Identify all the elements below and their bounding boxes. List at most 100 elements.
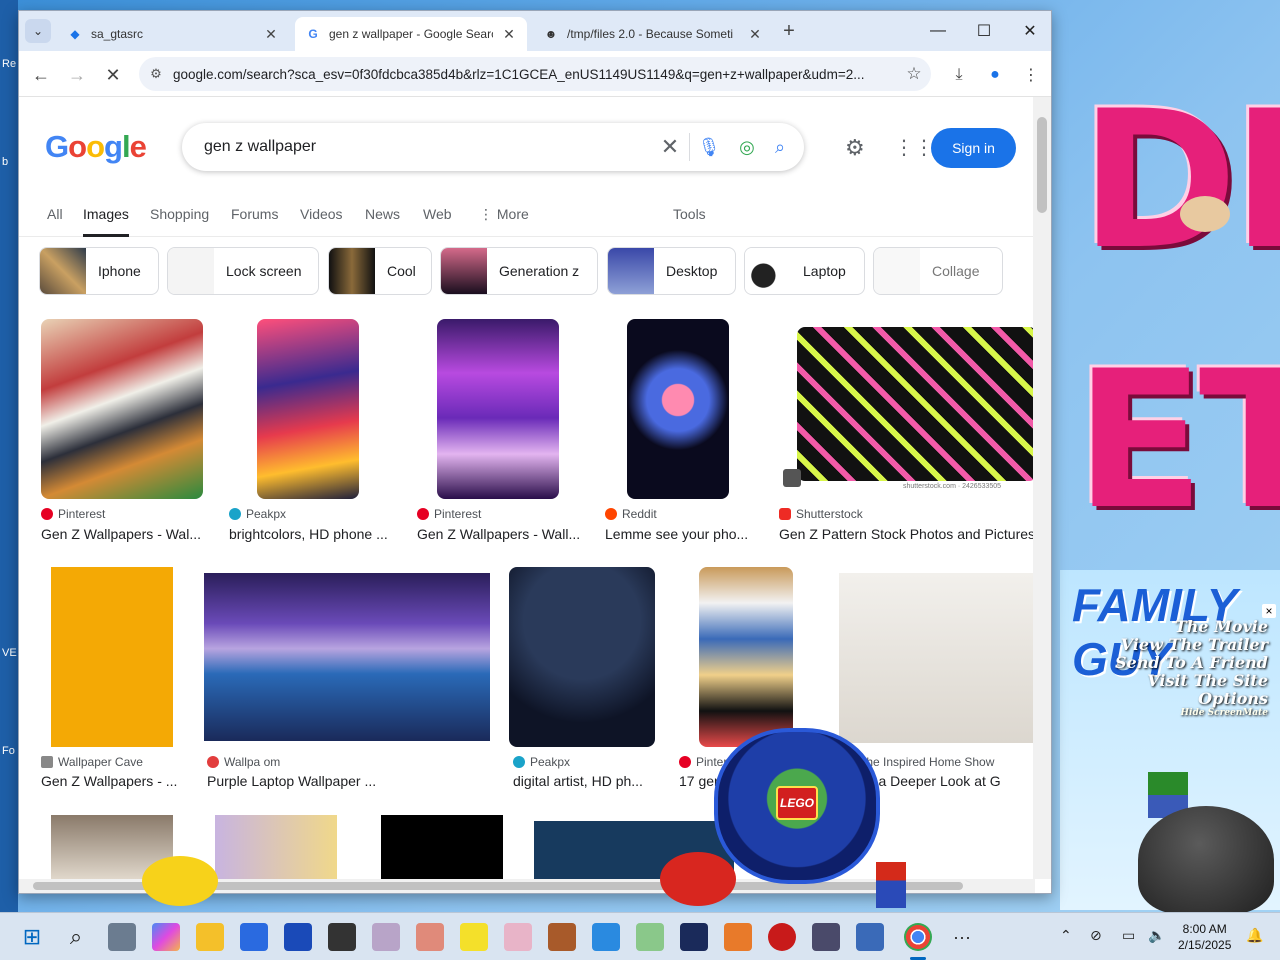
desktop-icon-label[interactable]: Fo	[2, 745, 15, 757]
tab-shopping[interactable]: Shopping	[150, 201, 209, 237]
close-icon[interactable]: ✕	[747, 26, 763, 43]
stop-loading-button[interactable]: ✕	[99, 61, 127, 89]
menu-item-movie[interactable]: The Movie	[1115, 618, 1268, 636]
app-icon[interactable]	[548, 923, 576, 951]
notepad-icon[interactable]	[592, 923, 620, 951]
yellow-character-sprite[interactable]	[142, 856, 218, 906]
result-thumbnail[interactable]	[381, 815, 503, 879]
copilot-icon[interactable]	[152, 923, 180, 951]
app-icon[interactable]	[812, 923, 840, 951]
app-icon[interactable]	[416, 923, 444, 951]
sign-in-button[interactable]: Sign in	[931, 128, 1016, 168]
menu-item-options[interactable]: Options	[1115, 690, 1268, 708]
close-icon[interactable]: ✕	[501, 26, 517, 43]
tab-images[interactable]: Images	[83, 201, 129, 237]
defender-icon[interactable]	[284, 923, 312, 951]
result-thumbnail[interactable]	[257, 319, 359, 499]
tab-search-button[interactable]: ⌄	[25, 19, 51, 43]
menu-item-send[interactable]: Send To A Friend	[1115, 654, 1268, 672]
tools-button[interactable]: Tools	[673, 201, 706, 237]
paw-dome-sprite[interactable]	[1138, 806, 1274, 914]
tab-all[interactable]: All	[47, 201, 63, 237]
app-icon[interactable]	[856, 923, 884, 951]
menu-item-visit[interactable]: Visit The Site	[1115, 672, 1268, 690]
microphone-icon[interactable]: 🎙	[690, 137, 728, 158]
new-tab-button[interactable]: +	[777, 20, 801, 44]
search-input[interactable]: gen z wallpaper ✕ 🎙 ◎ ⌕	[182, 123, 804, 171]
chip-cool[interactable]: Cool	[328, 247, 432, 295]
tab-videos[interactable]: Videos	[300, 201, 343, 237]
task-view-icon[interactable]	[108, 923, 136, 951]
result-thumbnail[interactable]	[437, 319, 559, 499]
profile-button[interactable]: ●	[981, 61, 1009, 89]
vertical-scrollbar[interactable]	[1033, 97, 1051, 879]
result-thumbnail[interactable]	[627, 319, 729, 499]
network-icon[interactable]: ⊘	[1090, 927, 1102, 944]
chip-desktop[interactable]: Desktop	[607, 247, 736, 295]
address-bar[interactable]: ⚙ google.com/search?sca_esv=0f30fdcbca38…	[139, 57, 931, 91]
bookmark-star-icon[interactable]: ☆	[897, 64, 931, 84]
chip-collage[interactable]: Collage	[873, 247, 1003, 295]
close-icon[interactable]: ×	[1262, 604, 1276, 618]
more-apps-icon[interactable]: ···	[948, 923, 976, 951]
chip-generation-z[interactable]: Generation z	[440, 247, 598, 295]
result-thumbnail[interactable]	[204, 573, 490, 741]
result-title[interactable]: Purple Laptop Wallpaper ...	[207, 773, 397, 789]
tab-web[interactable]: Web	[423, 201, 452, 237]
app-icon[interactable]	[328, 923, 356, 951]
result-thumbnail[interactable]	[797, 327, 1035, 481]
chip-laptop[interactable]: Laptop	[744, 247, 865, 295]
result-thumbnail[interactable]	[51, 567, 173, 747]
remote-desktop-icon[interactable]	[680, 923, 708, 951]
result-thumbnail[interactable]	[215, 815, 337, 879]
tab-google-search[interactable]: G gen z wallpaper - Google Search ✕	[295, 17, 527, 51]
back-button[interactable]: ←	[27, 61, 55, 89]
result-thumbnail[interactable]	[839, 573, 1035, 743]
app-icon[interactable]	[768, 923, 796, 951]
forward-button[interactable]: →	[63, 61, 91, 89]
mario-sprite-icon[interactable]	[876, 862, 906, 908]
result-title[interactable]: brightcolors, HD phone ...	[229, 526, 395, 542]
result-title[interactable]: Gen Z Wallpapers - Wall...	[417, 526, 583, 542]
start-button[interactable]: ⊞	[18, 923, 46, 951]
tab-more[interactable]: ⋮ More	[479, 201, 529, 237]
app-icon[interactable]	[372, 923, 400, 951]
result-title[interactable]: Gen Z Wallpapers - ...	[41, 773, 181, 789]
result-title[interactable]: ng a Deeper Look at G	[859, 773, 1035, 789]
tab-news[interactable]: News	[365, 201, 400, 237]
site-settings-icon[interactable]: ⚙	[139, 66, 173, 82]
search-icon[interactable]: ⌕	[766, 137, 804, 158]
recycle-bin-icon[interactable]	[636, 923, 664, 951]
browser-menu-button[interactable]: ⋮	[1017, 61, 1045, 89]
result-thumbnail[interactable]	[509, 567, 655, 747]
download-button[interactable]: ⤓	[945, 61, 973, 89]
result-title[interactable]: digital artist, HD ph...	[513, 773, 655, 789]
menu-item-trailer[interactable]: View The Trailer	[1115, 636, 1268, 654]
chevron-up-icon[interactable]: ⌃	[1060, 927, 1072, 944]
chrome-icon[interactable]	[904, 923, 932, 951]
result-thumbnail[interactable]	[41, 319, 203, 499]
spongebob-app-icon[interactable]	[460, 923, 488, 951]
desktop-icon-label[interactable]: VE	[2, 647, 17, 659]
lens-camera-icon[interactable]: ◎	[728, 137, 766, 158]
scrollbar-thumb[interactable]	[1037, 117, 1047, 213]
search-icon[interactable]: ⌕	[62, 923, 90, 951]
notification-bell-icon[interactable]: 🔔	[1246, 927, 1263, 944]
close-window-button[interactable]: ✕	[1007, 11, 1051, 51]
tab-forums[interactable]: Forums	[231, 201, 278, 237]
maximize-button[interactable]: ☐	[961, 11, 1007, 51]
mm-character-sprite[interactable]	[660, 852, 736, 906]
result-title[interactable]: Lemme see your pho...	[605, 526, 753, 542]
cat-sprite-icon[interactable]	[1180, 196, 1230, 232]
display-icon[interactable]: ▭	[1122, 927, 1135, 944]
minimize-button[interactable]: —	[915, 11, 961, 51]
google-logo[interactable]: Google	[45, 129, 147, 165]
settings-gear-icon[interactable]: ⚙	[845, 135, 865, 161]
search-query-text[interactable]: gen z wallpaper	[182, 138, 651, 156]
app-icon[interactable]	[724, 923, 752, 951]
store-icon[interactable]	[240, 923, 268, 951]
result-title[interactable]: Gen Z Pattern Stock Photos and Pictures	[779, 526, 1035, 542]
desktop-icon-label[interactable]: b	[2, 156, 8, 168]
result-thumbnail[interactable]	[699, 567, 793, 747]
desktop-icon-label[interactable]: Re	[2, 58, 16, 70]
